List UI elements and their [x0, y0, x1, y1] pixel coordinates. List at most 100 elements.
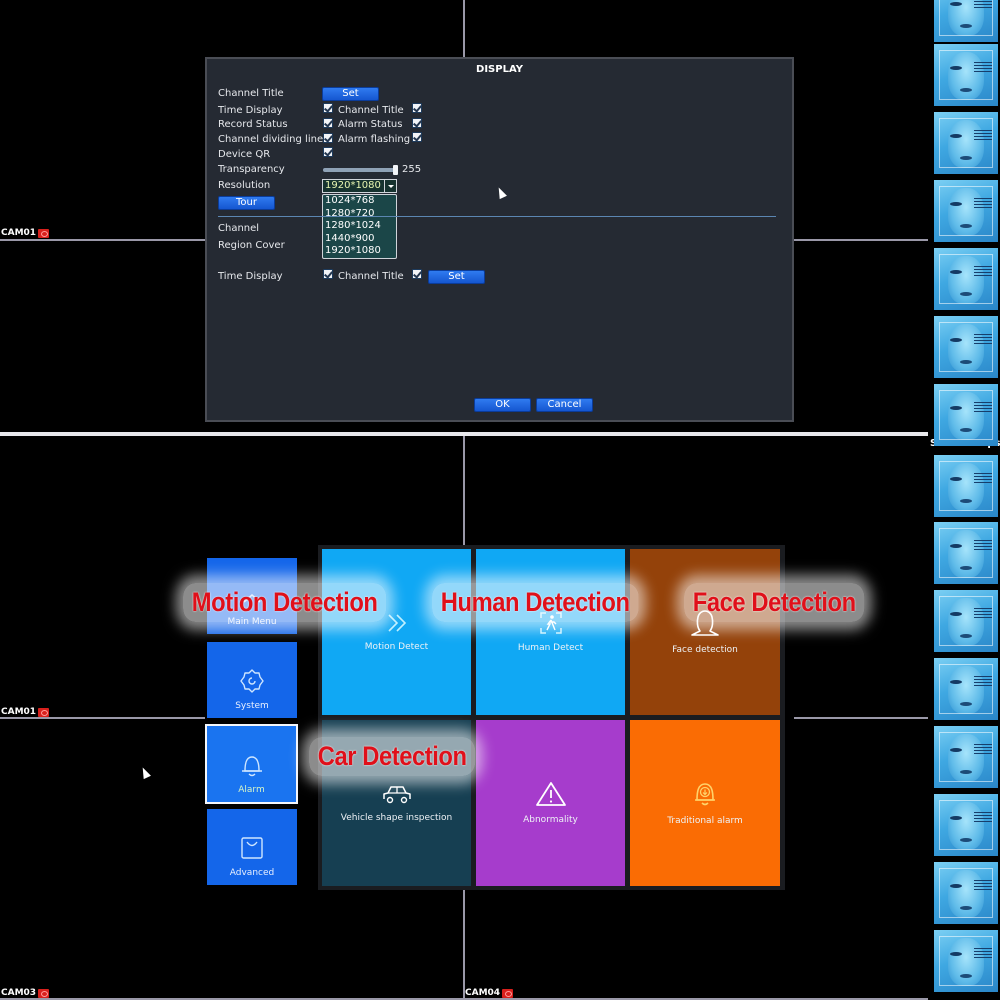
dialog-title: DISPLAY [476, 64, 523, 75]
snapshot-thumbnail[interactable] [934, 316, 998, 378]
camera-record-icon [38, 988, 50, 998]
tile-abnormality[interactable]: Abnormality [476, 720, 625, 886]
snapshot-thumbnail[interactable] [934, 590, 998, 652]
bag-icon [241, 837, 263, 859]
tile-motion-detect[interactable]: Motion Detect [322, 549, 471, 715]
snapshot-thumbnail[interactable] [934, 930, 998, 992]
tile-label: Human Detect [517, 643, 584, 653]
snapshot-thumbnail[interactable] [934, 112, 998, 174]
mouse-cursor-icon [495, 185, 507, 200]
resolution-option[interactable]: 1280*1024 [323, 220, 396, 233]
snapshot-thumbnail[interactable] [934, 384, 998, 446]
overlay-face-detection: Face Detection [684, 583, 865, 622]
screenshot-divider [0, 432, 1000, 436]
alarm-flashing-checkbox[interactable] [412, 132, 422, 142]
grid-divider-horizontal-bottom-left [0, 717, 205, 719]
device-qr-checkbox[interactable] [323, 147, 333, 157]
face-frame [939, 868, 993, 918]
tour-button[interactable]: Tour [218, 196, 275, 210]
face-frame [939, 186, 993, 236]
camera-label-cam01-top: CAM01 [1, 228, 50, 238]
side-menu-alarm[interactable]: Alarm [205, 724, 298, 804]
snapshot-thumbnail[interactable] [934, 794, 998, 856]
grid-divider-vertical-bottom-lower [463, 890, 465, 1000]
channel-dividing-line-checkbox[interactable] [323, 133, 333, 143]
double-chevron-icon [387, 614, 406, 632]
face-frame [939, 118, 993, 168]
snapshot-thumbnail[interactable] [934, 658, 998, 720]
smart-snapshot-strip: Smart snapshot [928, 0, 1000, 1000]
face-frame [939, 732, 993, 782]
resolution-dropdown-list: 1024*768 1280*720 1280*1024 1440*900 1920*10… [322, 194, 397, 259]
tile-label: Traditional alarm [667, 816, 743, 826]
transparency-value: 255 [402, 164, 422, 175]
tile-face-detection[interactable]: Face detection [630, 549, 780, 715]
car-icon [382, 786, 411, 804]
alarm-bell-icon [695, 783, 715, 806]
face-frame [939, 322, 993, 372]
snapshot-thumbnail[interactable] [934, 180, 998, 242]
snapshot-thumbnail[interactable] [934, 248, 998, 310]
snapshot-thumbnail[interactable] [934, 0, 998, 42]
transparency-slider[interactable] [323, 168, 397, 172]
snapshot-thumbnail[interactable] [934, 522, 998, 584]
warning-icon [535, 782, 566, 806]
label-transparency: Transparency [218, 164, 285, 175]
label-channel: Channel [218, 223, 260, 234]
resolution-option[interactable]: 1024*768 [323, 195, 396, 208]
chevron-down-icon[interactable] [384, 180, 396, 192]
label-region-cover: Region Cover [218, 240, 285, 251]
snapshot-thumbnail[interactable] [934, 455, 998, 517]
face-frame [939, 528, 993, 578]
resolution-selected-value: 1920*1080 [325, 180, 381, 191]
tile-label: Face detection [672, 645, 738, 655]
side-menu-label: Advanced [229, 868, 275, 878]
label-channel-title-2: Channel Title [338, 105, 404, 116]
alarm-status-checkbox[interactable] [412, 118, 422, 128]
face-frame [939, 664, 993, 714]
snapshot-thumbnail[interactable] [934, 44, 998, 106]
mouse-cursor-icon [139, 765, 151, 780]
label-time-display-2: Time Display [218, 271, 283, 282]
display-dialog: DISPLAY Channel Title Set Time Display C… [205, 57, 794, 422]
label-time-display: Time Display [218, 105, 283, 116]
face-frame [939, 936, 993, 986]
tile-label: Abnormality [523, 815, 578, 825]
grid-divider-horizontal-bottom-right [794, 717, 928, 719]
grid-divider-vertical-top [463, 0, 465, 57]
resolution-option[interactable]: 1440*900 [323, 233, 396, 246]
camera-label-cam01-bottom: CAM01 [1, 707, 50, 717]
resolution-option[interactable]: 1920*1080 [323, 245, 396, 258]
record-status-checkbox[interactable] [323, 118, 333, 128]
label-channel-title: Channel Title [218, 88, 284, 99]
tile-traditional-alarm[interactable]: Traditional alarm [630, 720, 780, 886]
resolution-option[interactable]: 1280*720 [323, 208, 396, 221]
grid-divider-horizontal-top-right [794, 239, 928, 241]
time-display-checkbox[interactable] [323, 103, 333, 113]
side-menu-system[interactable]: System [207, 642, 297, 718]
camera-label-cam03: CAM03 [1, 988, 50, 998]
side-menu-advanced[interactable]: Advanced [207, 809, 297, 885]
snapshot-thumbnail[interactable] [934, 726, 998, 788]
tile-label: Vehicle shape inspection [340, 813, 453, 823]
tile-human-detect[interactable]: Human Detect [476, 549, 625, 715]
ok-button[interactable]: OK [474, 398, 531, 412]
face-frame [939, 254, 993, 304]
channel-title-checkbox[interactable] [412, 103, 422, 113]
camera-record-icon [502, 988, 514, 998]
transparency-slider-handle[interactable] [393, 165, 398, 175]
label-device-qr: Device QR [218, 149, 271, 160]
camera-record-icon [38, 707, 50, 717]
snapshot-thumbnail[interactable] [934, 862, 998, 924]
resolution-select[interactable]: 1920*1080 [322, 179, 397, 193]
time-display-2-checkbox[interactable] [323, 269, 333, 279]
face-frame [939, 0, 993, 36]
cancel-button[interactable]: Cancel [536, 398, 593, 412]
bell-icon [241, 756, 262, 777]
channel-title-3-checkbox[interactable] [412, 269, 422, 279]
channel-title-set-button-2[interactable]: Set [428, 270, 485, 284]
face-frame [939, 50, 993, 100]
face-frame [939, 390, 993, 440]
tile-label: Motion Detect [364, 642, 429, 652]
channel-title-set-button[interactable]: Set [322, 87, 379, 101]
